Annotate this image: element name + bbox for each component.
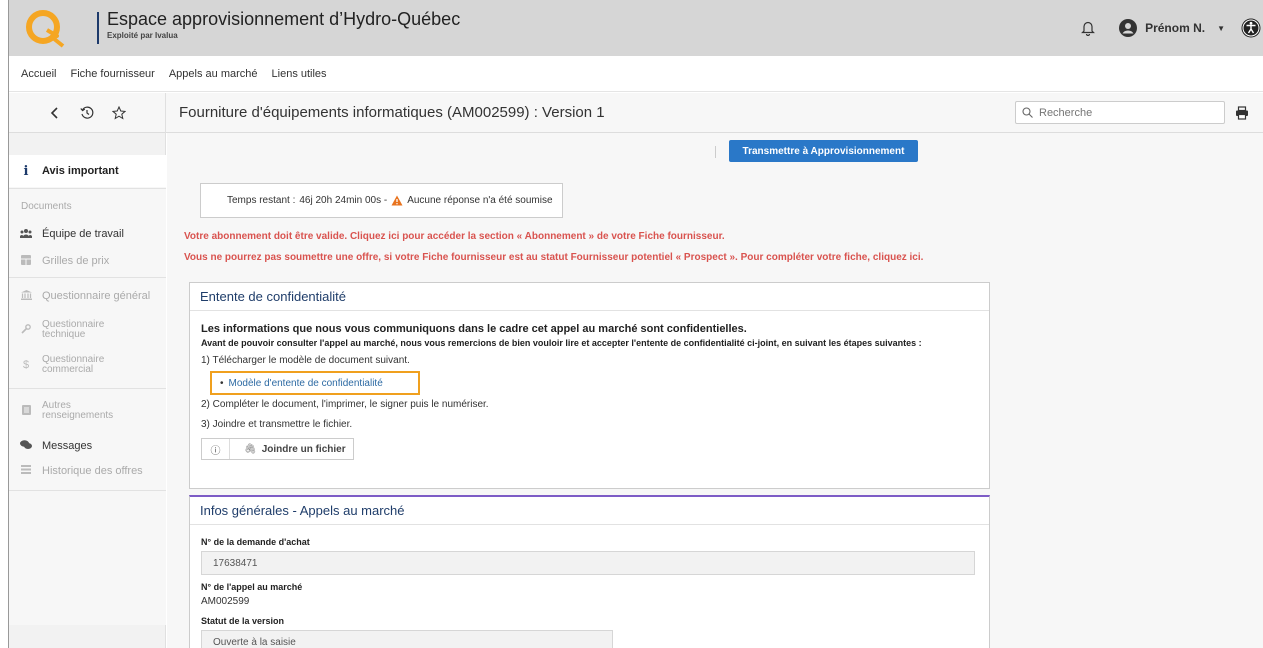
wrench-icon [19, 323, 33, 337]
main-menu: Accueil Fiche fournisseur Appels au marc… [9, 56, 1263, 92]
back-arrow-icon[interactable] [48, 106, 62, 120]
version-status-field: Ouverte à la saisie [201, 630, 613, 648]
chat-icon [19, 439, 33, 453]
team-icon [19, 228, 33, 241]
sidebar-item-label: Autres renseignements [42, 400, 114, 421]
bell-icon[interactable] [1081, 20, 1096, 36]
sidebar: i Avis important Documents Équipe de tra… [9, 133, 166, 648]
subscription-alert-link[interactable]: Votre abonnement doit être valide. Cliqu… [184, 231, 725, 242]
no-response-status: Aucune réponse n'a été soumise [407, 195, 553, 206]
sidebar-item-messages[interactable]: Messages [9, 439, 166, 453]
star-icon[interactable] [112, 106, 126, 120]
printer-icon[interactable] [1235, 106, 1249, 120]
info-circle-icon[interactable]: ⓘ [202, 439, 230, 459]
step-3: 3) Joindre et transmettre le fichier. [201, 419, 353, 430]
sidebar-item-label: Questionnaire technique [42, 319, 105, 340]
app-subtitle: Exploité par Ivalua [107, 31, 178, 40]
bank-icon [19, 289, 33, 303]
sidebar-item-avis-important[interactable]: i Avis important [9, 155, 166, 187]
user-name[interactable]: Prénom N. [1145, 21, 1205, 35]
attach-file-button[interactable]: ⓘ 🖇 Joindre un fichier [201, 438, 354, 460]
chevron-down-icon[interactable]: ▼ [1217, 24, 1225, 33]
warning-icon [391, 195, 403, 206]
time-label: Temps restant : [227, 195, 296, 206]
time-remaining-box: Temps restant : 46j 20h 24min 00s - Aucu… [200, 183, 563, 218]
confidentiality-panel: Entente de confidentialité Les informati… [189, 282, 990, 489]
list-icon [19, 404, 33, 418]
title-bar: Fourniture d'équipements informatiques (… [9, 93, 1263, 133]
search-input[interactable] [1039, 106, 1209, 119]
sidebar-item-label: Questionnaire général [42, 290, 151, 302]
grid-icon [19, 254, 33, 268]
info-icon: i [23, 163, 29, 179]
app-title: Espace approvisionnement d’Hydro-Québec [107, 9, 461, 29]
menu-accueil[interactable]: Accueil [21, 68, 56, 80]
history-icon[interactable] [80, 106, 94, 120]
sidebar-item-label: Grilles de prix [42, 255, 110, 267]
sidebar-item-label: Questionnaire commercial [42, 354, 105, 375]
prospect-alert-link[interactable]: Vous ne pourrez pas soumettre une offre,… [184, 252, 923, 263]
confidentiality-heading: Les informations que nous vous communiqu… [201, 323, 747, 335]
accessibility-icon[interactable] [1241, 18, 1261, 38]
time-value: 46j 20h 24min 00s - [299, 195, 388, 206]
search-icon [1022, 107, 1033, 118]
menu-liens-utiles[interactable]: Liens utiles [272, 68, 327, 80]
sidebar-item-historique-des-offres[interactable]: Historique des offres [9, 464, 166, 478]
purchase-request-field: 17638471 [201, 551, 975, 575]
transmit-button[interactable]: Transmettre à Approvisionnement [729, 140, 918, 162]
separator [715, 146, 716, 158]
history-list-icon [19, 465, 33, 477]
sidebar-item-questionnaire-commercial[interactable]: $ Questionnaire commercial [9, 355, 166, 375]
search-box[interactable] [1015, 101, 1225, 124]
sidebar-item-questionnaire-general[interactable]: Questionnaire général [9, 289, 166, 303]
sidebar-item-equipe-de-travail[interactable]: Équipe de travail [9, 227, 166, 241]
tender-number-label: N° de l'appel au marché [201, 582, 303, 592]
step-1: 1) Télécharger le modèle de document sui… [201, 355, 410, 366]
menu-appels-au-marche[interactable]: Appels au marché [169, 68, 258, 80]
sidebar-item-autres-renseignements[interactable]: Autres renseignements [9, 401, 166, 421]
page-title: Fourniture d'équipements informatiques (… [179, 104, 605, 121]
tender-number-value: AM002599 [201, 596, 250, 607]
version-status-label: Statut de la version [201, 616, 285, 626]
attach-file-label: Joindre un fichier [261, 443, 346, 455]
hydro-quebec-logo[interactable] [23, 8, 67, 48]
purchase-request-label: N° de la demande d'achat [201, 537, 310, 547]
sidebar-item-grilles-de-prix[interactable]: Grilles de prix [9, 254, 166, 268]
user-avatar-icon[interactable] [1119, 19, 1138, 37]
sidebar-item-label: Avis important [42, 165, 119, 177]
panel-title: Entente de confidentialité [190, 283, 989, 311]
general-info-panel: Infos générales - Appels au marché N° de… [189, 495, 990, 648]
template-link-highlight: • Modèle d'entente de confidentialité [210, 371, 420, 395]
confidentiality-intro: Avant de pouvoir consulter l'appel au ma… [201, 338, 922, 348]
panel-title: Infos générales - Appels au marché [190, 497, 989, 525]
top-header: Espace approvisionnement d’Hydro-Québec … [9, 0, 1263, 56]
sidebar-item-label: Équipe de travail [42, 228, 124, 240]
main-content: Transmettre à Approvisionnement Temps re… [167, 133, 1263, 648]
dollar-icon: $ [22, 359, 30, 371]
sidebar-section-documents: Documents [21, 201, 72, 212]
paperclip-icon: 🖇 [244, 443, 257, 455]
sidebar-item-questionnaire-technique[interactable]: Questionnaire technique [9, 320, 166, 340]
sidebar-item-label: Historique des offres [42, 465, 143, 477]
menu-fiche-fournisseur[interactable]: Fiche fournisseur [70, 68, 154, 80]
app-window: Espace approvisionnement d’Hydro-Québec … [8, 0, 1263, 648]
sidebar-item-label: Messages [42, 440, 93, 452]
confidentiality-template-link[interactable]: Modèle d'entente de confidentialité [229, 378, 383, 389]
logo-separator [97, 12, 99, 44]
step-2: 2) Compléter le document, l'imprimer, le… [201, 399, 489, 410]
